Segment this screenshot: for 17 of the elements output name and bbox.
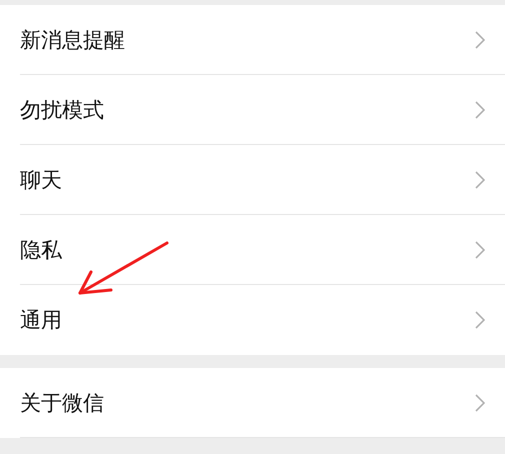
row-label: 关于微信 xyxy=(20,390,104,416)
chevron-icon xyxy=(475,30,485,48)
chevron-icon xyxy=(475,240,485,258)
settings-row[interactable]: 新消息提醒 xyxy=(20,5,505,75)
chevron-icon xyxy=(475,394,485,412)
settings-row[interactable]: 隐私 xyxy=(20,215,505,285)
row-label: 隐私 xyxy=(20,236,62,264)
row-label: 通用 xyxy=(20,307,62,334)
settings-row[interactable]: 通用 xyxy=(20,285,505,355)
row-label: 新消息提醒 xyxy=(20,26,125,54)
chevron-icon xyxy=(475,170,485,188)
chevron-icon xyxy=(475,100,485,118)
settings-row[interactable]: 聊天 xyxy=(20,145,505,215)
row-label: 勿扰模式 xyxy=(20,96,104,124)
chevron-icon xyxy=(475,311,485,329)
row-label: 聊天 xyxy=(20,166,62,194)
settings-row[interactable]: 勿扰模式 xyxy=(20,75,505,145)
